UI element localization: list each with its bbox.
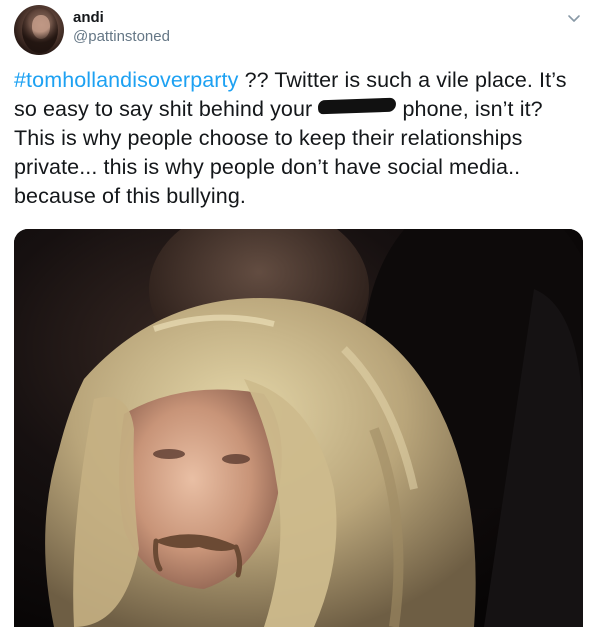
user-handle[interactable]: @pattinstoned [73, 27, 170, 47]
avatar-hair [22, 7, 58, 53]
tweet-card: andi @pattinstoned #tomhollandisoverpart… [0, 0, 598, 627]
display-name[interactable]: andi [73, 9, 170, 27]
tweet-media-photo[interactable] [14, 229, 583, 627]
user-names[interactable]: andi @pattinstoned [73, 9, 170, 47]
photo-image [14, 229, 583, 627]
avatar[interactable] [14, 5, 64, 55]
censor-scribble [318, 97, 397, 115]
hashtag-link[interactable]: #tomhollandisoverparty [14, 68, 239, 92]
tweet-text: #tomhollandisoverparty ?? Twitter is suc… [14, 66, 584, 211]
chevron-down-icon[interactable] [566, 10, 582, 26]
